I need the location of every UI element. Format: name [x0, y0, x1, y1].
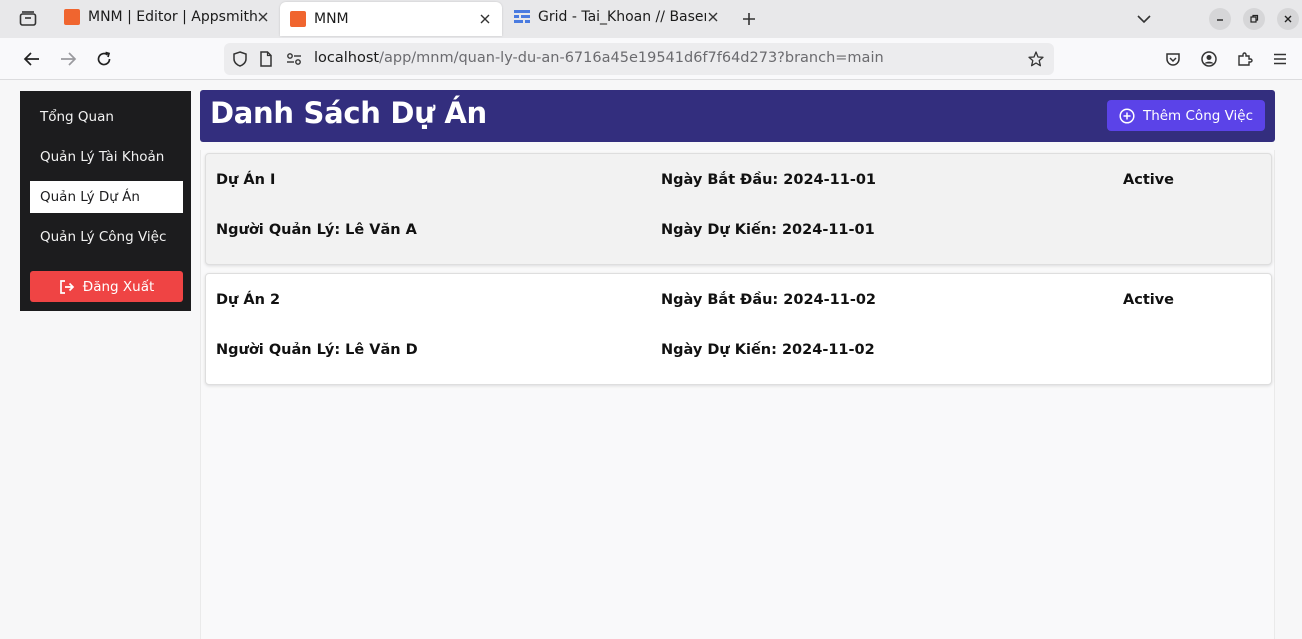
arrow-left-icon — [23, 52, 39, 66]
pocket-button[interactable] — [1163, 49, 1183, 69]
page-title: Danh Sách Dự Án — [210, 96, 487, 130]
logout-button[interactable]: Đăng Xuất — [30, 271, 183, 302]
sidebar-item-quan-ly-tai-khoan[interactable]: Quản Lý Tài Khoản — [30, 141, 183, 173]
minimize-icon — [1217, 19, 1223, 21]
permissions-icon — [287, 53, 301, 65]
bookmark-button[interactable] — [1028, 51, 1044, 67]
sidebar-item-tong-quan[interactable]: Tổng Quan — [30, 101, 183, 133]
project-name: Dự Án 2 — [216, 292, 281, 308]
puzzle-icon — [1238, 52, 1253, 66]
close-icon[interactable] — [256, 10, 270, 24]
add-task-label: Thêm Công Việc — [1142, 107, 1254, 124]
reload-button[interactable] — [94, 49, 114, 69]
url-host: localhost — [314, 50, 380, 66]
plus-icon — [743, 13, 755, 25]
tab-title: Grid - Tai_Khoan // Basero — [538, 9, 706, 25]
project-expected-date: Ngày Dự Kiến: 2024-11-01 — [661, 222, 875, 238]
browser-tab-baserow-grid[interactable]: Grid - Tai_Khoan // Basero — [504, 0, 730, 34]
project-expected-date: Ngày Dự Kiến: 2024-11-02 — [661, 342, 875, 358]
page-icon — [260, 51, 272, 67]
close-window-button[interactable] — [1277, 8, 1299, 30]
tab-list-icon — [19, 11, 37, 26]
shield-icon — [233, 51, 247, 67]
project-manager: Người Quản Lý: Lê Văn A — [216, 222, 417, 238]
plus-circle-icon — [1119, 107, 1135, 124]
new-tab-button[interactable] — [738, 8, 760, 30]
star-icon — [1028, 51, 1044, 67]
appsmith-favicon-icon — [64, 9, 80, 25]
sidebar-item-label: Quản Lý Công Việc — [40, 229, 167, 245]
back-button[interactable] — [22, 49, 42, 69]
extensions-button[interactable] — [1235, 49, 1255, 69]
logout-label: Đăng Xuất — [82, 278, 155, 295]
project-start-date: Ngày Bắt Đầu: 2024-11-02 — [661, 292, 877, 308]
browser-tab-mnm[interactable]: MNM — [280, 2, 502, 36]
browser-tab-appsmith-editor[interactable]: MNM | Editor | Appsmith — [54, 0, 280, 34]
arrow-right-icon — [61, 52, 77, 66]
sidebar-item-quan-ly-cong-viec[interactable]: Quản Lý Công Việc — [30, 221, 183, 253]
project-status: Active — [1123, 172, 1175, 188]
project-start-date: Ngày Bắt Đầu: 2024-11-01 — [661, 172, 877, 188]
close-icon[interactable] — [706, 10, 720, 24]
account-button[interactable] — [1199, 49, 1219, 69]
page-header: Danh Sách Dự Án Thêm Công Việc — [200, 90, 1275, 142]
close-icon[interactable] — [478, 12, 492, 26]
reload-icon — [97, 51, 111, 66]
appsmith-favicon-icon — [290, 11, 306, 27]
logout-icon — [59, 279, 74, 294]
pocket-icon — [1166, 53, 1180, 66]
project-card[interactable]: Dự Án 2 Ngày Bắt Đầu: 2024-11-02 Active … — [205, 273, 1272, 385]
restore-button[interactable] — [1243, 8, 1265, 30]
project-list: Dự Án I Ngày Bắt Đầu: 2024-11-01 Active … — [200, 150, 1275, 639]
sidebar-item-label: Quản Lý Dự Án — [40, 189, 140, 205]
tab-title: MNM | Editor | Appsmith — [88, 9, 258, 25]
sidebar-item-quan-ly-du-an[interactable]: Quản Lý Dự Án — [30, 181, 183, 213]
page-info-button[interactable] — [258, 51, 274, 67]
url-text: localhost/app/mnm/quan-ly-du-an-6716a45e… — [314, 50, 884, 66]
project-name: Dự Án I — [216, 172, 276, 188]
project-card[interactable]: Dự Án I Ngày Bắt Đầu: 2024-11-01 Active … — [205, 153, 1272, 265]
minimize-button[interactable] — [1209, 8, 1231, 30]
list-all-tabs-button[interactable] — [1134, 9, 1154, 29]
project-manager: Người Quản Lý: Lê Văn D — [216, 342, 418, 358]
permissions-button[interactable] — [286, 51, 302, 67]
sidebar-item-label: Quản Lý Tài Khoản — [40, 149, 165, 165]
tracking-protection-button[interactable] — [232, 51, 248, 67]
browser-nav-bar: localhost/app/mnm/quan-ly-du-an-6716a45e… — [0, 38, 1302, 80]
add-task-button[interactable]: Thêm Công Việc — [1107, 100, 1265, 131]
app-canvas: Tổng Quan Quản Lý Tài Khoản Quản Lý Dự Á… — [0, 80, 1302, 639]
url-path: /app/mnm/quan-ly-du-an-6716a45e19541d6f7… — [379, 50, 884, 66]
tab-list-button[interactable] — [14, 8, 42, 30]
close-icon — [1284, 15, 1292, 23]
sidebar-item-label: Tổng Quan — [40, 109, 114, 125]
forward-button[interactable] — [58, 49, 78, 69]
address-bar[interactable]: localhost/app/mnm/quan-ly-du-an-6716a45e… — [224, 43, 1054, 75]
chevron-down-icon — [1137, 15, 1151, 24]
project-status: Active — [1123, 292, 1175, 308]
menu-button[interactable] — [1270, 49, 1290, 69]
sidebar: Tổng Quan Quản Lý Tài Khoản Quản Lý Dự Á… — [20, 91, 191, 311]
account-icon — [1201, 51, 1217, 67]
hamburger-icon — [1274, 53, 1286, 65]
tab-title: MNM — [314, 11, 349, 27]
browser-tab-strip: MNM | Editor | Appsmith MNM Grid - Tai_K… — [0, 0, 1302, 38]
baserow-favicon-icon — [514, 10, 530, 23]
restore-icon — [1250, 14, 1259, 23]
